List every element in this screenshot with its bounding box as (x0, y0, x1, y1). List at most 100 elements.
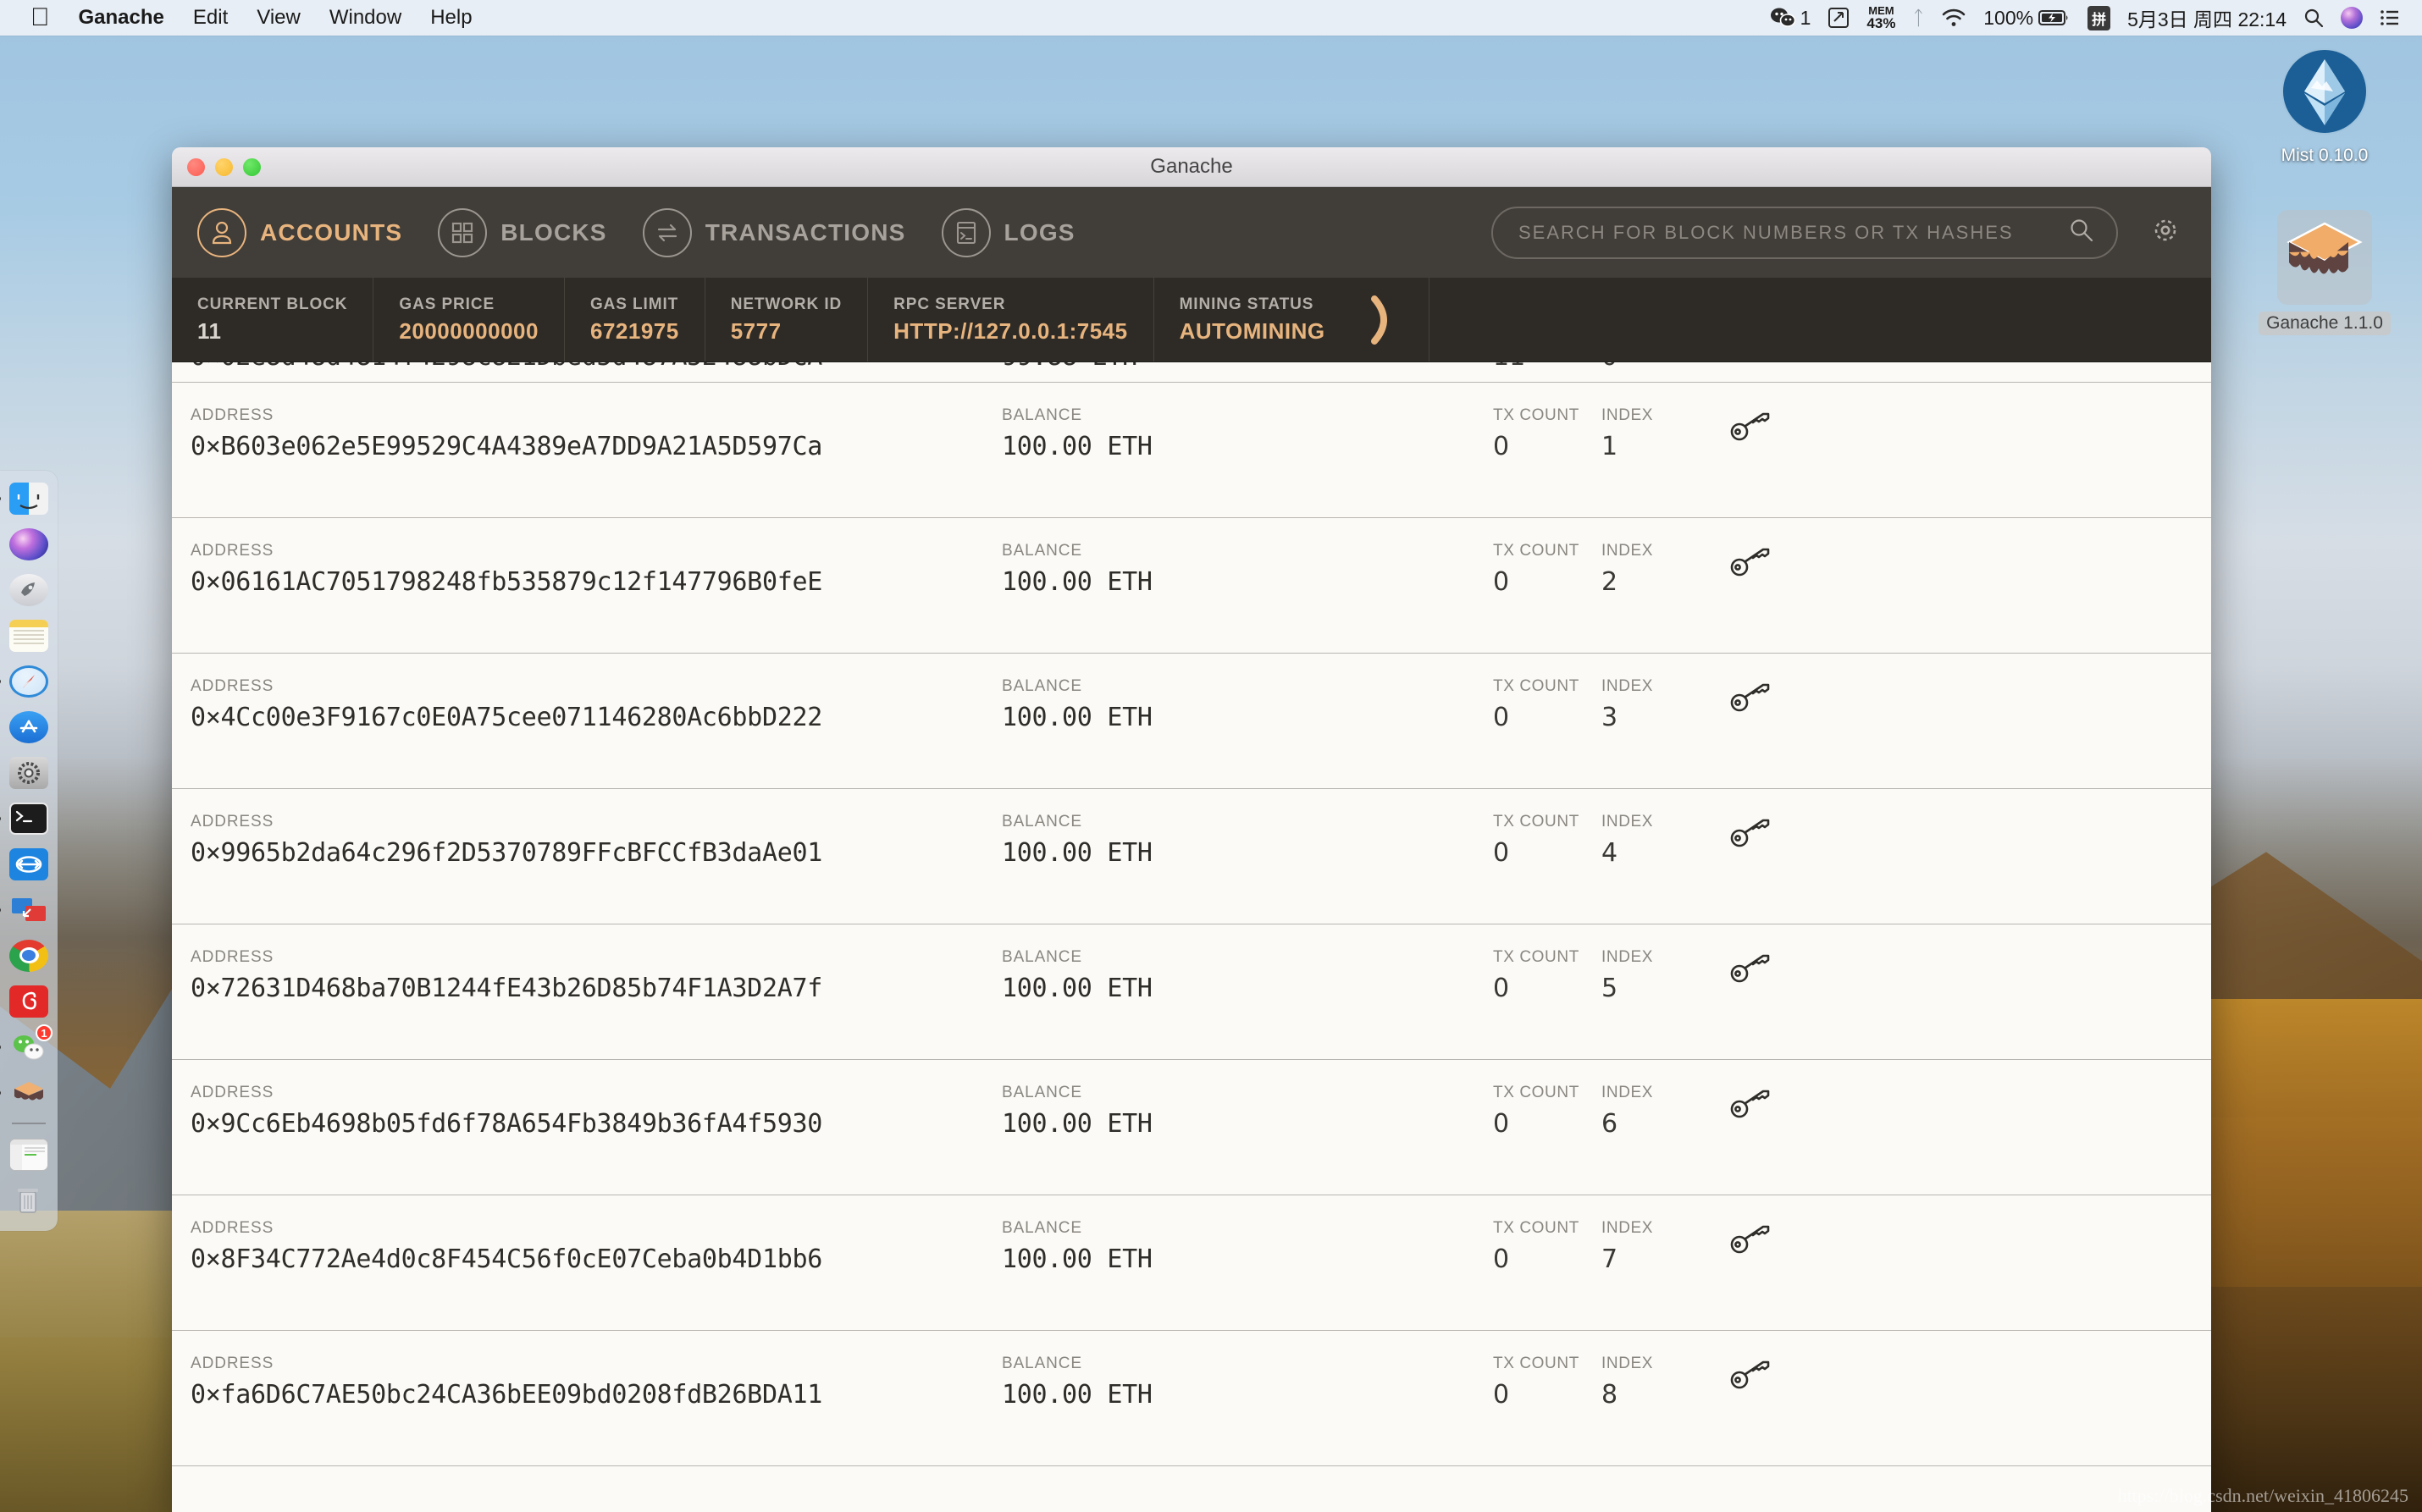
wechat-unread-count: 1 (1800, 6, 1811, 29)
status-mining: MINING STATUS AUTOMINING (1154, 278, 1351, 361)
apple-icon[interactable]:  (30, 5, 50, 30)
table-row[interactable]: ADDRESS0×02e8d48d4814f4298c821Dbed5d487A… (172, 362, 2211, 383)
accounts-list[interactable]: ADDRESS 0×02e8d48d4814f4298c821Dbed5d487A… (172, 362, 2211, 1512)
key-icon[interactable] (1728, 545, 1772, 583)
dock-item-app-store[interactable] (7, 708, 51, 746)
key-icon[interactable] (1728, 1358, 1772, 1396)
account-balance-cell: BALANCE 100.00 ETH (1002, 1084, 1493, 1139)
dock-item-notes[interactable] (7, 616, 51, 654)
menu-item-window[interactable]: Window (329, 6, 401, 30)
show-key-button[interactable] (1728, 406, 2211, 448)
blockchain-status-bar: CURRENT BLOCK 11 GAS PRICE 20000000000 G… (172, 278, 2211, 362)
table-row[interactable]: ADDRESS 0×8F34C772Ae4d0c8F454C56f0cE07Ceb… (172, 1195, 2211, 1331)
show-key-button[interactable] (1728, 948, 2211, 990)
dock-item-netease-music[interactable] (7, 982, 51, 1020)
notification-center-icon[interactable] (2380, 8, 2400, 27)
input-method-icon[interactable]: 拼 (2087, 5, 2111, 30)
show-key-button[interactable] (1728, 1355, 2211, 1396)
index-column-label: INDEX (1601, 1219, 1654, 1237)
desktop-icon-label-mist: Mist 0.10.0 (2281, 146, 2369, 165)
clock-datetime[interactable]: 5月3日 周四 22:14 (2127, 3, 2287, 32)
dock-item-teamviewer[interactable] (7, 845, 51, 883)
tab-transactions[interactable]: TRANSACTIONS (642, 207, 906, 257)
tab-logs[interactable]: LOGS (941, 207, 1076, 257)
ganache-cake-icon (2277, 210, 2372, 305)
tab-accounts[interactable]: ACCOUNTS (197, 207, 402, 257)
menu-item-view[interactable]: View (257, 6, 301, 30)
dock-item-launchpad[interactable] (7, 571, 51, 609)
account-address-value: 0×72631D468ba70B1244fE43b26D85b74F1A3D2A… (191, 974, 822, 1003)
wechat-status-icon[interactable]: 1 (1770, 7, 1811, 30)
dock-item-safari[interactable] (0, 662, 51, 700)
dock-item-trash[interactable] (7, 1181, 51, 1219)
table-row[interactable]: ADDRESS 0×B603e062e5E99529C4A4389eA7DD9A2… (172, 383, 2211, 518)
table-row[interactable]: ADDRESS 0×72631D468ba70B1244fE43b26D85b74… (172, 924, 2211, 1060)
screen-sharing-status-icon[interactable] (1828, 7, 1850, 29)
show-key-button[interactable] (1728, 542, 2211, 583)
search-area (1491, 206, 2211, 259)
dock-item-minimized-window[interactable] (7, 1135, 51, 1173)
key-icon[interactable] (1728, 952, 1772, 990)
dock-item-screen-sharing[interactable] (0, 891, 51, 929)
address-column-label: ADDRESS (191, 677, 274, 695)
balance-column-label: BALANCE (1002, 1084, 1083, 1101)
table-row[interactable]: ADDRESS 0×fa6D6C7AE50bc24CA36bEE09bd0208f… (172, 1331, 2211, 1466)
system-preferences-gear-icon (9, 756, 48, 789)
dock-item-chrome[interactable] (7, 936, 51, 974)
finder-icon (9, 482, 48, 515)
account-txcount-cell: TX COUNT 0 (1493, 677, 1601, 732)
memory-status-indicator[interactable]: MEM 43% (1866, 5, 1895, 30)
search-icon[interactable] (2069, 218, 2094, 247)
search-box[interactable] (1491, 206, 2118, 259)
show-key-button[interactable] (1728, 1219, 2211, 1261)
account-address-value: 0×fa6D6C7AE50bc24CA36bEE09bd0208fdB26BDA… (191, 1380, 822, 1410)
gear-icon[interactable] (2148, 213, 2182, 251)
account-index-value: 1 (1601, 432, 1618, 461)
desktop-icon-ganache[interactable]: Ganache 1.1.0 (2257, 210, 2392, 335)
battery-status[interactable]: 100% (1983, 7, 2071, 30)
key-icon[interactable] (1728, 1222, 1772, 1261)
dock-item-system-preferences[interactable] (7, 753, 51, 792)
account-address-cell: ADDRESS 0×06161AC7051798248fb535879c12f14… (172, 542, 1002, 597)
bluetooth-icon[interactable]: ᛏ (1912, 7, 1924, 30)
menu-item-edit[interactable]: Edit (193, 6, 228, 30)
key-icon[interactable] (1728, 816, 1772, 854)
wifi-icon[interactable] (1941, 8, 1966, 27)
desktop-icon-mist[interactable]: Mist 0.10.0 (2257, 44, 2392, 166)
tab-logs-label: LOGS (1004, 218, 1076, 246)
table-row[interactable]: ADDRESS 0×06161AC7051798248fb535879c12f14… (172, 518, 2211, 654)
account-balance-value: 100.00 ETH (1002, 567, 1153, 597)
key-icon[interactable] (1728, 410, 1772, 448)
show-key-button[interactable] (1728, 1084, 2211, 1125)
dock-item-siri[interactable] (7, 525, 51, 563)
table-row[interactable]: ADDRESS 0×9965b2da64c296f2D5370789FFcBFCC… (172, 789, 2211, 924)
spotlight-search-icon[interactable] (2303, 8, 2324, 28)
key-icon[interactable] (1728, 1087, 1772, 1125)
dock-item-wechat[interactable]: 1 (0, 1024, 53, 1066)
status-gas-limit: GAS LIMIT 6721975 (565, 278, 705, 361)
dock-item-ganache[interactable] (0, 1073, 51, 1112)
account-index-value: 8 (1601, 1380, 1618, 1410)
window-titlebar[interactable]: Ganache (172, 147, 2211, 187)
account-txcount-value: 0 (1493, 432, 1510, 461)
account-txcount-cell: TX COUNT 0 (1493, 948, 1601, 1003)
ethereum-diamond-icon (2277, 44, 2372, 139)
show-key-button[interactable] (1728, 813, 2211, 854)
index-column-label: INDEX (1601, 542, 1654, 560)
dock-item-terminal[interactable] (0, 799, 51, 837)
dock-item-finder[interactable] (0, 479, 51, 517)
menu-item-help[interactable]: Help (430, 6, 472, 30)
account-balance-value: 100.00 ETH (1002, 1244, 1153, 1274)
account-address-value: 0×8F34C772Ae4d0c8F454C56f0cE07Ceba0b4D1b… (191, 1244, 822, 1274)
account-index-value: 0 (1601, 362, 1728, 372)
status-current-block-value: 11 (197, 317, 222, 344)
tab-blocks[interactable]: BLOCKS (438, 207, 606, 257)
table-row[interactable]: ADDRESS 0×4Cc00e3F9167c0E0A75cee071146280… (172, 654, 2211, 789)
search-input[interactable] (1518, 221, 2069, 244)
table-row[interactable]: ADDRESS 0×9Cc6Eb4698b05fd6f78A654Fb3849b3… (172, 1060, 2211, 1195)
menu-item-ganache[interactable]: Ganache (79, 6, 164, 30)
key-icon[interactable] (1728, 681, 1772, 719)
account-index-cell: INDEX 1 (1601, 406, 1728, 461)
siri-icon[interactable] (2341, 7, 2363, 29)
show-key-button[interactable] (1728, 677, 2211, 719)
